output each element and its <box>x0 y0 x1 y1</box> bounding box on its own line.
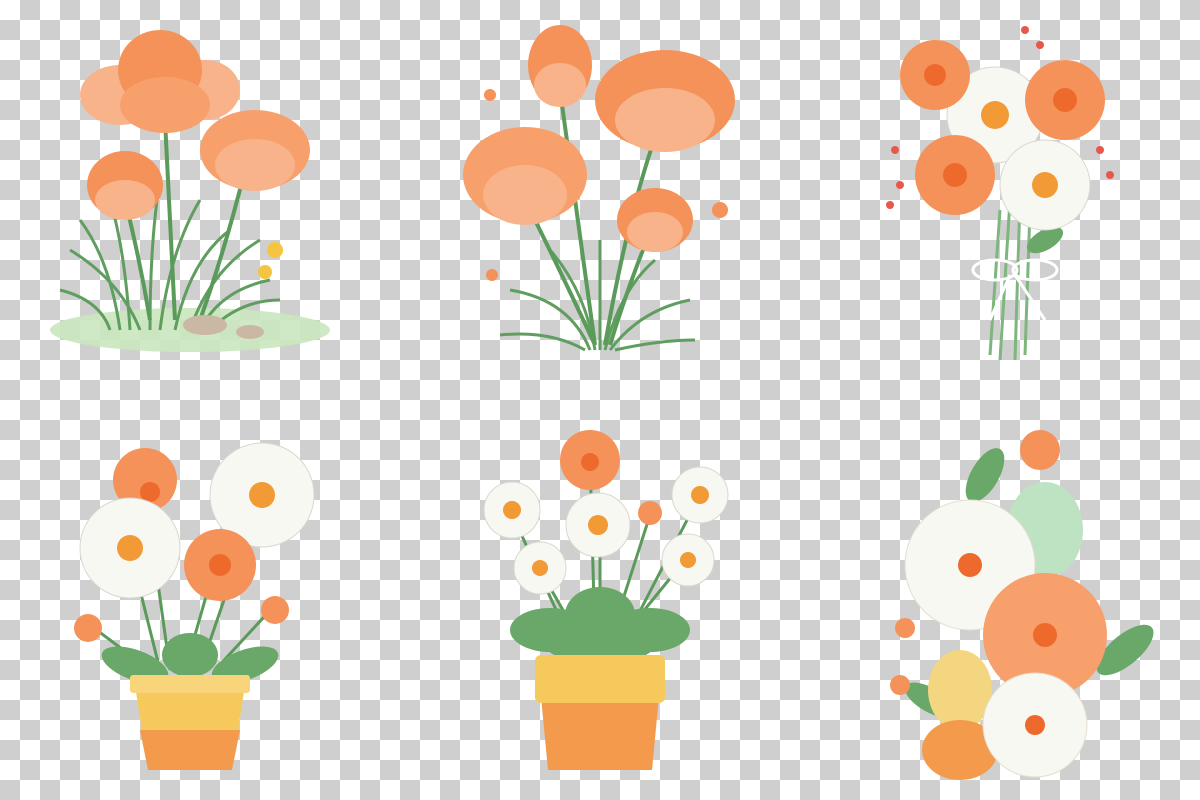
daisies-yellow-pot-art <box>74 442 315 770</box>
flower-bud <box>261 596 289 624</box>
illustration-daisy-bouquet-with-ribbon <box>800 0 1200 400</box>
tulip-flower <box>87 151 163 220</box>
tulip-bud <box>1020 430 1060 470</box>
illustration-daisies-in-yellow-pot <box>0 400 400 800</box>
illustration-tulips-on-grass <box>0 0 400 400</box>
flower-bud <box>895 618 915 638</box>
tulip-flower <box>463 127 587 225</box>
daisy-bouquet-art <box>886 26 1114 361</box>
illustration-daisies-in-orange-pot <box>400 400 800 800</box>
small-flower <box>258 265 272 279</box>
yellow-pot <box>130 675 250 770</box>
illustration-tulip-bunch <box>400 0 800 400</box>
tulips-on-grass-art <box>50 30 330 352</box>
daisy-flower <box>661 533 715 587</box>
small-flower <box>712 202 728 218</box>
stone <box>236 325 264 339</box>
stone <box>183 315 227 335</box>
blossoms-eggs-art <box>890 430 1154 780</box>
pot-leaves <box>510 587 690 663</box>
daisy-flower <box>79 497 181 599</box>
easter-egg-yellow <box>928 650 992 730</box>
transparency-background <box>0 0 1200 800</box>
daisy-flower <box>565 492 631 558</box>
tulip-flower <box>617 188 693 252</box>
flower-bud <box>890 675 910 695</box>
small-flower <box>638 501 662 525</box>
white-blossom <box>982 672 1088 778</box>
small-flower <box>267 242 283 258</box>
tulip-flower <box>595 50 735 152</box>
flower-bud <box>74 614 102 642</box>
tulip-flower <box>200 110 310 191</box>
grass-blades <box>499 240 696 352</box>
orange-flower <box>184 529 256 601</box>
daisy-flower <box>671 466 729 524</box>
tulip-flower <box>80 30 240 133</box>
orange-flower <box>900 40 970 110</box>
illustration-blossoms-with-easter-eggs <box>800 400 1200 800</box>
orange-pot <box>535 655 665 770</box>
daisy-flower <box>999 139 1091 231</box>
daisy-flower <box>483 481 541 539</box>
orange-flower <box>560 430 620 490</box>
tulip-flower <box>528 25 592 107</box>
orange-flower <box>1025 60 1105 140</box>
daisies-orange-pot-art <box>483 430 729 770</box>
tulip-bunch-art <box>463 25 735 352</box>
small-flower <box>484 89 496 101</box>
daisy-flower <box>513 541 567 595</box>
small-flower <box>486 269 498 281</box>
orange-flower <box>915 135 995 215</box>
ribbon-bow <box>971 258 1059 321</box>
